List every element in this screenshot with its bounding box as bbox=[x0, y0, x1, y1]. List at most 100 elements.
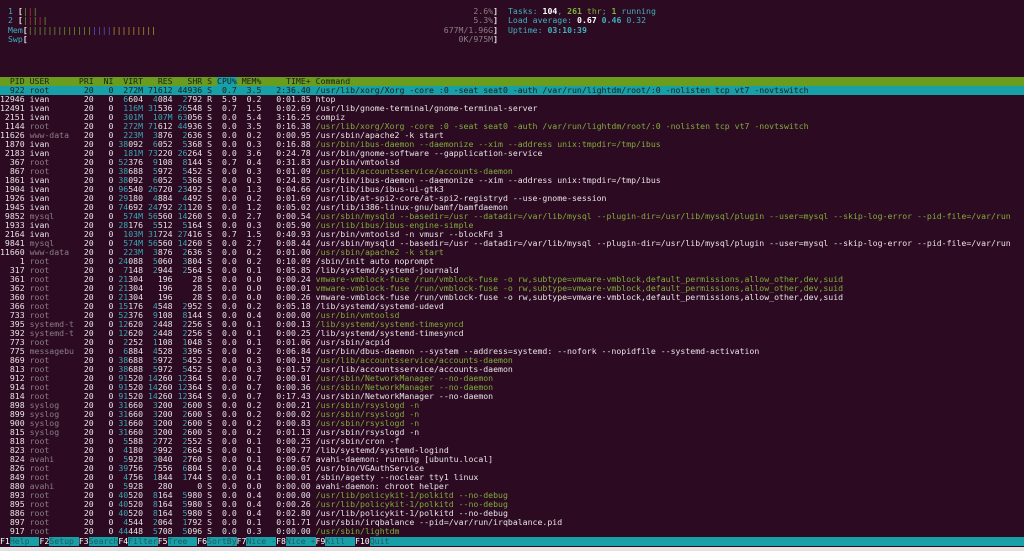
process-row[interactable]: 815 syslog 20 0 31660 3200 2600 S 0.0 0.… bbox=[0, 428, 1024, 437]
process-row[interactable]: 900 syslog 20 0 31660 3200 2600 S 0.0 0.… bbox=[0, 419, 1024, 428]
process-row[interactable]: 826 root 20 0 39756 7556 6804 S 0.0 0.4 … bbox=[0, 464, 1024, 473]
process-row[interactable]: 1 root 20 0 24088 5060 3804 S 0.0 0.2 0:… bbox=[0, 257, 1024, 266]
function-key-f9[interactable]: F9 bbox=[315, 537, 326, 546]
process-row[interactable]: 1144 root 20 0 272M 71612 44936 S 0.0 3.… bbox=[0, 122, 1024, 131]
process-row[interactable]: 11660 www-data 20 0 223M 3876 2636 S 0.0… bbox=[0, 248, 1024, 257]
process-row[interactable]: 898 syslog 20 0 31660 3200 2600 S 0.0 0.… bbox=[0, 401, 1024, 410]
process-row[interactable]: 1870 ivan 20 0 38092 6052 5368 S 0.0 0.3… bbox=[0, 140, 1024, 149]
cell-user: root bbox=[29, 392, 74, 401]
process-row[interactable]: 2164 ivan 20 0 103M 31724 27416 S 0.7 1.… bbox=[0, 230, 1024, 239]
column-header-pid[interactable]: PID bbox=[0, 77, 25, 86]
function-key-f8[interactable]: F8 bbox=[276, 537, 286, 546]
process-row[interactable]: 897 root 20 0 4544 2064 1792 S 0.0 0.1 0… bbox=[0, 518, 1024, 527]
cell-virt: 40520 bbox=[118, 491, 144, 500]
function-label-search[interactable]: Search bbox=[89, 537, 119, 546]
function-key-f2[interactable]: F2 bbox=[39, 537, 50, 546]
process-row[interactable]: 11626 www-data 20 0 223M 3876 2636 S 0.0… bbox=[0, 131, 1024, 140]
function-label-kill[interactable]: Kill bbox=[325, 537, 355, 546]
function-label-filter[interactable]: Filter bbox=[128, 537, 158, 546]
process-row[interactable]: 886 root 20 0 40520 8164 5980 S 0.0 0.4 … bbox=[0, 509, 1024, 518]
process-list[interactable]: 922 root 20 0 272M 71612 44936 S 0.7 3.5… bbox=[0, 86, 1024, 536]
function-key-f3[interactable]: F3 bbox=[78, 537, 89, 546]
cell-mem: 0.0 bbox=[241, 284, 262, 293]
process-row[interactable]: 12946 ivan 20 0 6604 4084 2792 R 5.9 0.2… bbox=[0, 95, 1024, 104]
process-row[interactable]: 899 syslog 20 0 31660 3200 2600 S 0.0 0.… bbox=[0, 410, 1024, 419]
process-row[interactable]: 895 root 20 0 40520 8164 5980 S 0.0 0.4 … bbox=[0, 500, 1024, 509]
process-row[interactable]: 823 root 20 0 4180 2992 2664 S 0.0 0.1 0… bbox=[0, 446, 1024, 455]
process-row[interactable]: 912 root 20 0 91520 14260 12364 S 0.0 0.… bbox=[0, 374, 1024, 383]
cell-user: root bbox=[29, 365, 74, 374]
function-label-setup[interactable]: Setup bbox=[49, 537, 79, 546]
process-row[interactable]: 395 systemd-t 20 0 12620 2448 2256 S 0.0… bbox=[0, 320, 1024, 329]
function-label-nice[interactable]: Nice + bbox=[286, 537, 316, 546]
process-row[interactable]: 362 root 20 0 21304 196 28 S 0.0 0.0 0:0… bbox=[0, 284, 1024, 293]
column-header-command[interactable]: Command bbox=[316, 77, 351, 86]
function-label-help[interactable]: Help bbox=[10, 537, 40, 546]
process-row[interactable]: 733 root 20 0 52376 9108 8144 S 0.0 0.4 … bbox=[0, 311, 1024, 320]
cell-mem: 0.7 bbox=[241, 374, 262, 383]
process-row[interactable]: 917 root 20 0 44448 5708 5096 S 0.0 0.3 … bbox=[0, 527, 1024, 536]
cell-virt: 21304 bbox=[118, 284, 144, 293]
cell-nice: 0 bbox=[98, 518, 114, 527]
cell-pid: 917 bbox=[0, 527, 25, 536]
process-row[interactable]: 1933 ivan 20 0 28176 5512 5164 S 0.0 0.3… bbox=[0, 221, 1024, 230]
cell-time: 0:24.85 bbox=[266, 176, 311, 185]
process-row[interactable]: 1904 ivan 20 0 96540 26720 23492 S 0.0 1… bbox=[0, 185, 1024, 194]
column-header-time[interactable]: TIME+ bbox=[266, 77, 311, 86]
column-header-cpu[interactable]: CPU% bbox=[217, 77, 237, 86]
column-header-virt[interactable]: VIRT bbox=[118, 77, 143, 86]
process-row[interactable]: 1926 ivan 20 0 29180 4884 4492 S 0.0 0.2… bbox=[0, 194, 1024, 203]
cell-res: 3200 bbox=[147, 419, 173, 428]
function-key-f1[interactable]: F1 bbox=[0, 537, 10, 546]
process-row[interactable]: 922 root 20 0 272M 71612 44936 S 0.7 3.5… bbox=[0, 86, 1024, 95]
process-row[interactable]: 818 root 20 0 5588 2772 2552 S 0.0 0.1 0… bbox=[0, 437, 1024, 446]
process-row[interactable]: 360 root 20 0 21304 196 28 S 0.0 0.0 0:0… bbox=[0, 293, 1024, 302]
process-row[interactable]: 2151 ivan 20 0 301M 107M 63056 S 0.0 5.4… bbox=[0, 113, 1024, 122]
column-header-bar[interactable]: PID USER PRI NI VIRT RES SHR S CPU% MEM%… bbox=[0, 77, 1024, 86]
cell-user: root bbox=[29, 473, 74, 482]
column-header-mem[interactable]: MEM% bbox=[242, 77, 262, 86]
function-label-quit[interactable]: Quit bbox=[370, 537, 390, 546]
function-label-sortby[interactable]: SortBy bbox=[207, 537, 237, 546]
process-row[interactable]: 1861 ivan 20 0 38092 6052 5368 S 0.0 0.3… bbox=[0, 176, 1024, 185]
process-row[interactable]: 392 systemd-t 20 0 12620 2448 2256 S 0.0… bbox=[0, 329, 1024, 338]
cell-res: 3200 bbox=[147, 428, 173, 437]
process-row[interactable]: 12491 ivan 20 0 116M 31536 26548 S 0.7 1… bbox=[0, 104, 1024, 113]
process-row[interactable]: 893 root 20 0 40520 8164 5980 S 0.0 0.4 … bbox=[0, 491, 1024, 500]
process-row[interactable]: 1945 ivan 20 0 74692 24792 21120 S 0.0 1… bbox=[0, 203, 1024, 212]
column-header-res[interactable]: RES bbox=[148, 77, 173, 86]
function-key-f4[interactable]: F4 bbox=[118, 537, 129, 546]
process-row[interactable]: 813 root 20 0 38688 5972 5452 S 0.0 0.3 … bbox=[0, 365, 1024, 374]
cell-shr: 6804 bbox=[177, 464, 203, 473]
column-header-user[interactable]: USER bbox=[30, 77, 74, 86]
function-key-f10[interactable]: F10 bbox=[354, 537, 370, 546]
process-row[interactable]: 9852 mysql 20 0 574M 56560 14260 S 0.0 2… bbox=[0, 212, 1024, 221]
function-key-f6[interactable]: F6 bbox=[197, 537, 208, 546]
process-row[interactable]: 773 root 20 0 2252 1108 1048 S 0.0 0.1 0… bbox=[0, 338, 1024, 347]
process-row[interactable]: 2183 ivan 20 0 181M 73220 26264 S 0.0 3.… bbox=[0, 149, 1024, 158]
column-header-priority[interactable]: PRI bbox=[79, 77, 94, 86]
process-row[interactable]: 867 root 20 0 38688 5972 5452 S 0.0 0.3 … bbox=[0, 167, 1024, 176]
process-row[interactable]: 849 root 20 0 4756 1844 1744 S 0.0 0.1 0… bbox=[0, 473, 1024, 482]
column-header-state[interactable]: S bbox=[207, 77, 212, 86]
function-key-f7[interactable]: F7 bbox=[236, 537, 247, 546]
function-key-f5[interactable]: F5 bbox=[157, 537, 168, 546]
value-text: 5 bbox=[177, 491, 188, 500]
process-row[interactable]: 880 avahi 20 0 5928 280 0 S 0.0 0.0 0:00… bbox=[0, 482, 1024, 491]
column-header-shr[interactable]: SHR bbox=[178, 77, 202, 86]
process-row[interactable]: 824 avahi 20 0 5928 3040 2760 S 0.0 0.1 … bbox=[0, 455, 1024, 464]
column-header-nice[interactable]: NI bbox=[99, 77, 114, 86]
function-label-tree[interactable]: Tree bbox=[168, 537, 198, 546]
process-row[interactable]: 366 root 20 0 15176 4548 2952 S 0.0 0.2 … bbox=[0, 302, 1024, 311]
process-row[interactable]: 775 messagebu 20 0 6884 4528 3396 S 0.0 … bbox=[0, 347, 1024, 356]
process-row[interactable]: 361 root 20 0 21304 196 28 S 0.0 0.0 0:0… bbox=[0, 275, 1024, 284]
process-row[interactable]: 869 root 20 0 38688 5972 5452 S 0.0 0.3 … bbox=[0, 356, 1024, 365]
process-row[interactable]: 317 root 20 0 7148 2944 2564 S 0.0 0.1 0… bbox=[0, 266, 1024, 275]
process-row[interactable]: 9841 mysql 20 0 574M 56560 14260 S 0.0 2… bbox=[0, 239, 1024, 248]
cell-user: ivan bbox=[29, 95, 74, 104]
process-row[interactable]: 367 root 20 0 52376 9108 8144 S 0.7 0.4 … bbox=[0, 158, 1024, 167]
function-label-nice[interactable]: Nice - bbox=[246, 537, 276, 546]
process-row[interactable]: 914 root 20 0 91520 14260 12364 S 0.0 0.… bbox=[0, 383, 1024, 392]
process-row[interactable]: 814 root 20 0 91520 14260 12364 S 0.0 0.… bbox=[0, 392, 1024, 401]
cell-command: /usr/lib/policykit-1/polkitd --no-debug bbox=[315, 491, 508, 500]
